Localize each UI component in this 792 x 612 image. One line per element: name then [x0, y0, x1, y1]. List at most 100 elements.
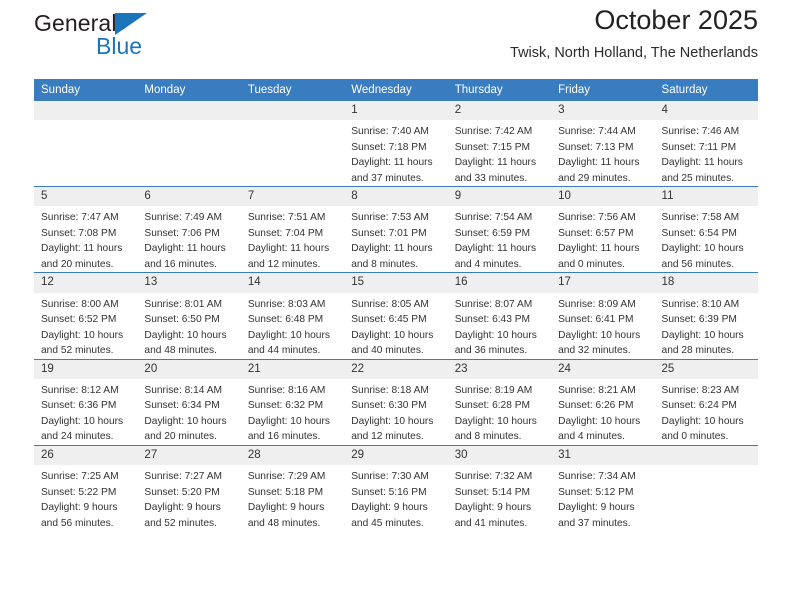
calendar-day-cell[interactable]: 5 Sunrise: 7:47 AM Sunset: 7:08 PM Daylight… — [34, 186, 138, 273]
calendar-day-cell[interactable]: 20 Sunrise: 8:14 AM Sunset: 6:34 PM Dayligh… — [137, 358, 241, 446]
calendar-day-cell[interactable]: 18 Sunrise: 8:10 AM Sunset: 6:39 PM Dayligh… — [654, 272, 758, 360]
sunrise-text: Sunrise: 7:27 AM — [144, 471, 223, 483]
calendar-day-cell[interactable]: 15 Sunrise: 8:05 AM Sunset: 6:45 PM Dayligh… — [344, 272, 448, 360]
day-details: Sunrise: 7:51 AM Sunset: 7:04 PM Daylight:… — [241, 206, 344, 272]
daylight-text-line1: Daylight: 10 hours — [144, 415, 227, 427]
calendar-day-cell[interactable]: 14 Sunrise: 8:03 AM Sunset: 6:48 PM Dayligh… — [240, 272, 345, 360]
daylight-text-line1: Daylight: 11 hours — [41, 243, 123, 255]
calendar-day-cell[interactable]: 10 Sunrise: 7:56 AM Sunset: 6:57 PM Dayligh… — [551, 186, 655, 273]
day-number: 7 — [240, 187, 345, 207]
daylight-text-line2: and 36 minutes. — [454, 345, 528, 357]
daylight-text-line1: Daylight: 10 hours — [661, 415, 744, 427]
sunrise-text: Sunrise: 7:54 AM — [454, 212, 533, 224]
day-number: 31 — [551, 445, 655, 466]
sunrise-text: Sunrise: 8:23 AM — [661, 384, 740, 396]
sunset-text: Sunset: 6:28 PM — [454, 400, 531, 412]
day-details: Sunrise: 7:40 AM Sunset: 7:18 PM Daylight:… — [344, 120, 447, 186]
sunset-text: Sunset: 7:06 PM — [144, 227, 220, 239]
page-header: General Blue October 2025 Twisk, North H… — [34, 0, 758, 74]
day-number: 15 — [344, 273, 448, 293]
daylight-text-line1: Daylight: 10 hours — [661, 243, 744, 255]
daylight-text-line2: and 48 minutes. — [247, 517, 321, 529]
calendar-day-cell[interactable]: 3 Sunrise: 7:44 AM Sunset: 7:13 PM Daylight… — [551, 101, 655, 187]
daylight-text-line2: and 16 minutes. — [247, 431, 321, 443]
daylight-text-line1: Daylight: 10 hours — [558, 415, 641, 427]
calendar-day-cell-empty — [654, 444, 758, 532]
calendar-day-cell[interactable]: 31 Sunrise: 7:34 AM Sunset: 5:12 PM Dayligh… — [551, 444, 655, 532]
day-details: Sunrise: 8:16 AM Sunset: 6:32 PM Daylight:… — [241, 379, 344, 445]
sunset-text: Sunset: 6:52 PM — [41, 314, 117, 326]
calendar-day-cell[interactable]: 2 Sunrise: 7:42 AM Sunset: 7:15 PM Daylight… — [447, 101, 552, 187]
calendar-day-cell[interactable]: 28 Sunrise: 7:29 AM Sunset: 5:18 PM Dayligh… — [240, 444, 345, 532]
sunset-text: Sunset: 6:50 PM — [144, 314, 220, 326]
calendar-week-row: 1 Sunrise: 7:40 AM Sunset: 7:18 PM Daylight… — [34, 101, 758, 187]
calendar-day-cell[interactable]: 11 Sunrise: 7:58 AM Sunset: 6:54 PM Dayligh… — [654, 186, 758, 273]
calendar-day-cell[interactable]: 13 Sunrise: 8:01 AM Sunset: 6:50 PM Dayligh… — [137, 272, 241, 360]
calendar-day-cell[interactable]: 26 Sunrise: 7:25 AM Sunset: 5:22 PM Dayligh… — [34, 444, 138, 532]
day-details: Sunrise: 8:09 AM Sunset: 6:41 PM Daylight:… — [551, 293, 654, 359]
calendar-day-cell[interactable]: 16 Sunrise: 8:07 AM Sunset: 6:43 PM Dayligh… — [447, 272, 552, 360]
day-details: Sunrise: 7:27 AM Sunset: 5:20 PM Daylight:… — [137, 465, 240, 531]
calendar-day-cell[interactable]: 17 Sunrise: 8:09 AM Sunset: 6:41 PM Dayligh… — [551, 272, 655, 360]
sunrise-text: Sunrise: 8:16 AM — [247, 384, 326, 396]
day-number: 29 — [344, 445, 448, 466]
calendar-day-cell[interactable]: 4 Sunrise: 7:46 AM Sunset: 7:11 PM Daylight… — [654, 101, 758, 187]
day-details: Sunrise: 7:44 AM Sunset: 7:13 PM Daylight:… — [551, 120, 654, 186]
calendar-day-cell[interactable]: 19 Sunrise: 8:12 AM Sunset: 6:36 PM Dayligh… — [34, 358, 138, 446]
day-number: 17 — [551, 273, 655, 293]
sunrise-text: Sunrise: 8:14 AM — [144, 384, 223, 396]
weekday-header-friday: Friday — [551, 79, 655, 101]
day-details: Sunrise: 7:47 AM Sunset: 7:08 PM Daylight:… — [34, 206, 137, 272]
day-number: 30 — [447, 445, 552, 466]
daylight-text-line2: and 52 minutes. — [144, 517, 217, 529]
calendar-day-cell-empty — [34, 101, 138, 187]
calendar-day-cell[interactable]: 6 Sunrise: 7:49 AM Sunset: 7:06 PM Daylight… — [137, 186, 241, 273]
daylight-text-line1: Daylight: 10 hours — [41, 415, 124, 427]
day-number — [654, 445, 758, 465]
daylight-text-line2: and 28 minutes. — [661, 345, 735, 357]
daylight-text-line2: and 40 minutes. — [351, 345, 424, 357]
daylight-text-line2: and 44 minutes. — [247, 345, 321, 357]
sunrise-text: Sunrise: 8:07 AM — [454, 298, 533, 310]
sunrise-text: Sunrise: 8:19 AM — [454, 384, 533, 396]
sunset-text: Sunset: 6:43 PM — [454, 314, 531, 326]
day-number: 5 — [34, 187, 138, 207]
calendar-day-cell[interactable]: 30 Sunrise: 7:32 AM Sunset: 5:14 PM Dayligh… — [447, 444, 552, 532]
calendar-day-cell[interactable]: 8 Sunrise: 7:53 AM Sunset: 7:01 PM Daylight… — [344, 186, 448, 273]
day-number: 18 — [654, 273, 758, 293]
daylight-text-line1: Daylight: 10 hours — [454, 329, 537, 341]
calendar-day-cell[interactable]: 27 Sunrise: 7:27 AM Sunset: 5:20 PM Dayligh… — [137, 444, 241, 532]
calendar-day-cell[interactable]: 1 Sunrise: 7:40 AM Sunset: 7:18 PM Daylight… — [344, 101, 448, 187]
daylight-text-line1: Daylight: 9 hours — [351, 502, 428, 514]
calendar-day-cell[interactable]: 9 Sunrise: 7:54 AM Sunset: 6:59 PM Daylight… — [447, 186, 552, 273]
sunrise-text: Sunrise: 7:32 AM — [454, 471, 533, 483]
calendar-day-cell[interactable]: 25 Sunrise: 8:23 AM Sunset: 6:24 PM Dayligh… — [654, 358, 758, 446]
calendar-day-cell[interactable]: 29 Sunrise: 7:30 AM Sunset: 5:16 PM Dayligh… — [344, 444, 448, 532]
sunset-text: Sunset: 7:08 PM — [41, 227, 117, 239]
daylight-text-line2: and 20 minutes. — [144, 431, 217, 443]
page-subtitle: Twisk, North Holland, The Netherlands — [510, 44, 758, 61]
day-details: Sunrise: 7:54 AM Sunset: 6:59 PM Daylight:… — [448, 206, 551, 272]
day-details: Sunrise: 7:53 AM Sunset: 7:01 PM Daylight:… — [344, 206, 447, 272]
day-details: Sunrise: 7:49 AM Sunset: 7:06 PM Daylight:… — [137, 206, 240, 272]
daylight-text-line1: Daylight: 11 hours — [247, 243, 330, 255]
day-details: Sunrise: 7:29 AM Sunset: 5:18 PM Daylight:… — [241, 465, 344, 531]
day-details: Sunrise: 8:18 AM Sunset: 6:30 PM Daylight:… — [344, 379, 447, 445]
calendar-day-cell[interactable]: 7 Sunrise: 7:51 AM Sunset: 7:04 PM Daylight… — [240, 186, 345, 273]
day-number: 10 — [551, 187, 655, 207]
sunrise-text: Sunrise: 7:44 AM — [558, 126, 636, 138]
day-number: 16 — [447, 273, 552, 293]
sunrise-text: Sunrise: 8:00 AM — [41, 298, 119, 310]
calendar-day-cell[interactable]: 23 Sunrise: 8:19 AM Sunset: 6:28 PM Dayligh… — [447, 358, 552, 446]
calendar-day-cell[interactable]: 12 Sunrise: 8:00 AM Sunset: 6:52 PM Dayligh… — [34, 272, 138, 360]
calendar-day-cell[interactable]: 22 Sunrise: 8:18 AM Sunset: 6:30 PM Dayligh… — [344, 358, 448, 446]
sunset-text: Sunset: 5:18 PM — [247, 486, 324, 498]
brand-logo[interactable]: General Blue — [34, 12, 214, 68]
sunrise-text: Sunrise: 8:09 AM — [558, 298, 636, 310]
daylight-text-line1: Daylight: 10 hours — [661, 329, 744, 341]
calendar-day-cell[interactable]: 21 Sunrise: 8:16 AM Sunset: 6:32 PM Dayligh… — [240, 358, 345, 446]
calendar-day-cell[interactable]: 24 Sunrise: 8:21 AM Sunset: 6:26 PM Dayligh… — [551, 358, 655, 446]
day-details: Sunrise: 7:32 AM Sunset: 5:14 PM Daylight:… — [448, 465, 551, 531]
daylight-text-line2: and 24 minutes. — [41, 431, 114, 443]
sunset-text: Sunset: 7:11 PM — [661, 141, 737, 153]
